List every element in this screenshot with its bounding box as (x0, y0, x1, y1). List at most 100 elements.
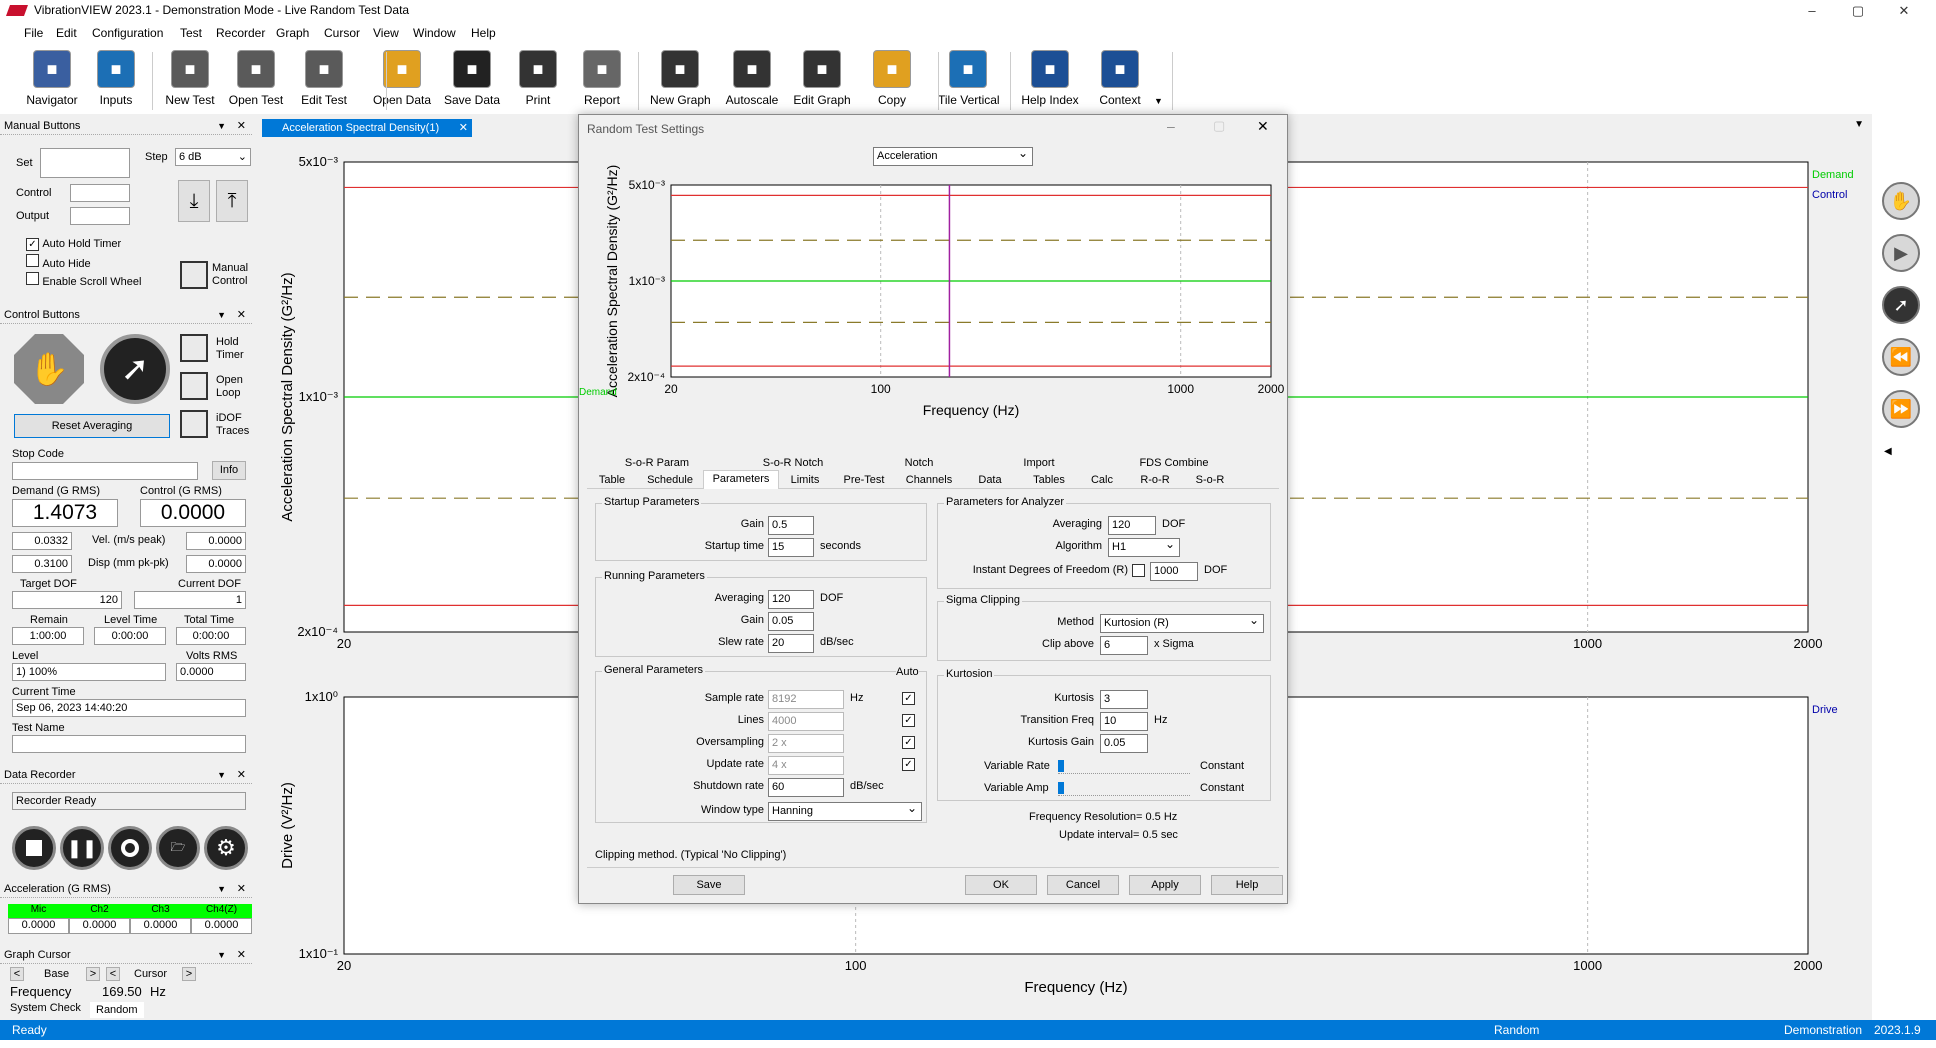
tab-limits[interactable]: Limits (779, 472, 831, 489)
tab-schedule[interactable]: Schedule (637, 472, 703, 489)
tab-channels[interactable]: Channels (897, 472, 961, 489)
close-icon[interactable]: ✕ (237, 766, 246, 784)
tab-data[interactable]: Data (961, 472, 1019, 489)
toolbar-navigator-button[interactable]: ■ Navigator (22, 50, 82, 112)
tab-table[interactable]: Table (587, 472, 637, 489)
toolbar-help-index-button[interactable]: ■ Help Index (1020, 50, 1080, 112)
tab-import[interactable]: Import (979, 455, 1099, 472)
toolbar-tile-vertical-button[interactable]: ■ Tile Vertical (938, 50, 1000, 112)
side-stop-button[interactable]: ✋ (1882, 182, 1920, 220)
cancel-button[interactable]: Cancel (1047, 875, 1119, 895)
collapse-icon[interactable]: ◀ (1884, 446, 1892, 457)
tab-sor[interactable]: S-o-R (1185, 472, 1235, 489)
transition-freq-input[interactable]: 10 (1100, 712, 1148, 731)
side-play-button[interactable]: ▶ (1882, 234, 1920, 272)
menu-file[interactable]: File (24, 26, 43, 40)
toolbar-new-graph-button[interactable]: ■ New Graph (650, 50, 711, 112)
method-select[interactable]: Kurtosion (R) (1100, 612, 1264, 633)
record-button[interactable] (108, 826, 152, 870)
idof-traces-button[interactable] (180, 410, 208, 438)
toolbar-new-test-button[interactable]: ■ New Test (160, 50, 220, 112)
toolbar-copy-button[interactable]: ■ Copy (862, 50, 922, 112)
start-button[interactable]: ➚ (100, 334, 170, 404)
cursor-right-button[interactable]: > (182, 967, 196, 981)
toolbar-open-test-button[interactable]: ■ Open Test (226, 50, 286, 112)
tab-parameters[interactable]: Parameters (703, 470, 779, 489)
side-start-button[interactable]: ➚ (1882, 286, 1920, 324)
menu-cursor[interactable]: Cursor (324, 26, 360, 40)
kurtosis-gain-input[interactable]: 0.05 (1100, 734, 1148, 753)
toolbar-overflow-icon[interactable]: ▼ (1154, 96, 1163, 106)
idof-checkbox[interactable] (1132, 564, 1145, 577)
oversampling-auto-checkbox[interactable]: ✓ (902, 736, 915, 749)
kurtosis-input[interactable]: 3 (1100, 690, 1148, 709)
close-button[interactable]: ✕ (1257, 118, 1269, 135)
window-type-select[interactable]: Hanning (768, 800, 922, 821)
analyzer-averaging-input[interactable]: 120 (1108, 516, 1156, 535)
side-forward-button[interactable]: ⏩ (1882, 390, 1920, 428)
set-input[interactable] (40, 148, 130, 178)
shutdown-rate-input[interactable]: 60 (768, 778, 844, 797)
menu-configuration[interactable]: Configuration (92, 26, 163, 40)
tab-fds-combine[interactable]: FDS Combine (1099, 455, 1249, 472)
stop-button[interactable]: ✋ (14, 334, 84, 404)
clip-above-input[interactable]: 6 (1100, 636, 1148, 655)
lines-input[interactable]: 4000 (768, 712, 844, 731)
graph-tab[interactable]: Acceleration Spectral Density(1) ✕ (262, 119, 472, 137)
cursor-left-button[interactable]: < (106, 967, 120, 981)
startup-time-input[interactable]: 15 (768, 538, 814, 557)
toolbar-context-button[interactable]: ■ Context (1090, 50, 1150, 112)
manual-control-button[interactable] (180, 261, 208, 289)
toolbar-save-data-button[interactable]: ■ Save Data (442, 50, 502, 112)
toolbar-report-button[interactable]: ■ Report (572, 50, 632, 112)
variable-rate-slider[interactable] (1058, 760, 1190, 774)
minimize-button[interactable]: – (1790, 0, 1834, 22)
tab-pre-test[interactable]: Pre-Test (831, 472, 897, 489)
step-select[interactable]: 6 dB ⌄ (175, 148, 251, 166)
close-icon[interactable]: ✕ (237, 306, 246, 324)
step-up-button[interactable]: ⤒ (216, 180, 248, 222)
slider-thumb[interactable] (1058, 782, 1064, 794)
tab-calc[interactable]: Calc (1079, 472, 1125, 489)
algorithm-select[interactable]: H1 (1108, 536, 1180, 557)
close-icon[interactable]: ✕ (459, 119, 468, 137)
startup-gain-input[interactable]: 0.5 (768, 516, 814, 535)
maximize-button[interactable]: ▢ (1213, 118, 1225, 134)
update-rate-input[interactable]: 4 x (768, 756, 844, 775)
close-icon[interactable]: ✕ (237, 946, 246, 964)
menu-window[interactable]: Window (413, 26, 456, 40)
close-icon[interactable]: ✕ (237, 880, 246, 898)
open-loop-button[interactable] (180, 372, 208, 400)
sample-rate-auto-checkbox[interactable]: ✓ (902, 692, 915, 705)
running-averaging-input[interactable]: 120 (768, 590, 814, 609)
sample-rate-input[interactable]: 8192 (768, 690, 844, 709)
update-rate-auto-checkbox[interactable]: ✓ (902, 758, 915, 771)
reset-averaging-button[interactable]: Reset Averaging (14, 414, 170, 438)
lines-auto-checkbox[interactable]: ✓ (902, 714, 915, 727)
dialog-chart[interactable]: 20 100 1000 2000 5x10⁻³ 1x10⁻³ 2x10⁻⁴ Accelerat… (579, 155, 1289, 485)
help-button[interactable]: Help (1211, 875, 1283, 895)
auto-hold-timer-checkbox[interactable]: ✓ Auto Hold Timer (26, 236, 121, 251)
idof-input[interactable]: 1000 (1150, 562, 1198, 581)
ok-button[interactable]: OK (965, 875, 1037, 895)
toolbar-inputs-button[interactable]: ■ Inputs (86, 50, 146, 112)
toolbar-autoscale-button[interactable]: ■ Autoscale (722, 50, 782, 112)
scroll-wheel-checkbox[interactable]: Enable Scroll Wheel (26, 272, 141, 288)
record-stop-button[interactable] (12, 826, 56, 870)
tab-notch[interactable]: Notch (859, 455, 979, 472)
close-icon[interactable]: ✕ (237, 117, 246, 135)
step-down-button[interactable]: ⤓ (178, 180, 210, 222)
minimize-button[interactable]: – (1167, 118, 1175, 134)
close-button[interactable]: ✕ (1882, 0, 1926, 22)
menu-test[interactable]: Test (180, 26, 202, 40)
toolbar-edit-test-button[interactable]: ■ Edit Test (294, 50, 354, 112)
save-button[interactable]: Save (673, 875, 745, 895)
base-right-button[interactable]: > (86, 967, 100, 981)
tab-system-check[interactable]: System Check (10, 1002, 81, 1014)
menu-graph[interactable]: Graph (276, 26, 309, 40)
tab-random[interactable]: Random (90, 1002, 144, 1018)
base-left-button[interactable]: < (10, 967, 24, 981)
recorder-settings-button[interactable]: ⚙ (204, 826, 248, 870)
chevron-down-icon[interactable]: ▼ (1854, 119, 1864, 130)
menu-edit[interactable]: Edit (56, 26, 77, 40)
